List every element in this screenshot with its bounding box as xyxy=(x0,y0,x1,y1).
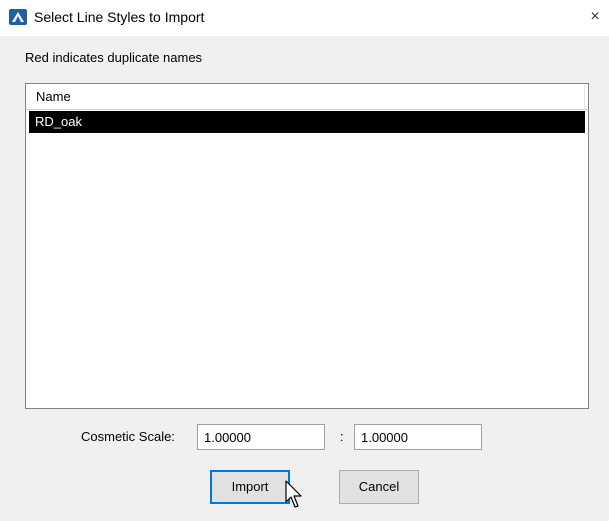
cancel-button[interactable]: Cancel xyxy=(339,470,419,504)
title-bar: Select Line Styles to Import × xyxy=(0,0,609,36)
mouse-pointer-icon xyxy=(285,480,302,508)
scale-separator: : xyxy=(340,429,344,444)
list-item[interactable]: RD_oak xyxy=(29,111,585,133)
import-button[interactable]: Import xyxy=(210,470,290,504)
column-header-name[interactable]: Name xyxy=(26,84,585,109)
close-icon: × xyxy=(590,8,600,25)
app-icon xyxy=(9,9,27,25)
list-header: Name xyxy=(26,84,588,110)
window-title: Select Line Styles to Import xyxy=(34,9,205,25)
close-button[interactable]: × xyxy=(581,0,609,34)
line-styles-list[interactable]: Name RD_oak xyxy=(25,83,589,409)
cosmetic-scale-input-2[interactable] xyxy=(354,424,482,450)
cosmetic-scale-input-1[interactable] xyxy=(197,424,325,450)
cosmetic-scale-label: Cosmetic Scale: xyxy=(81,429,175,444)
duplicate-names-hint: Red indicates duplicate names xyxy=(25,50,203,65)
dialog-window: Select Line Styles to Import × Red indic… xyxy=(0,0,609,521)
